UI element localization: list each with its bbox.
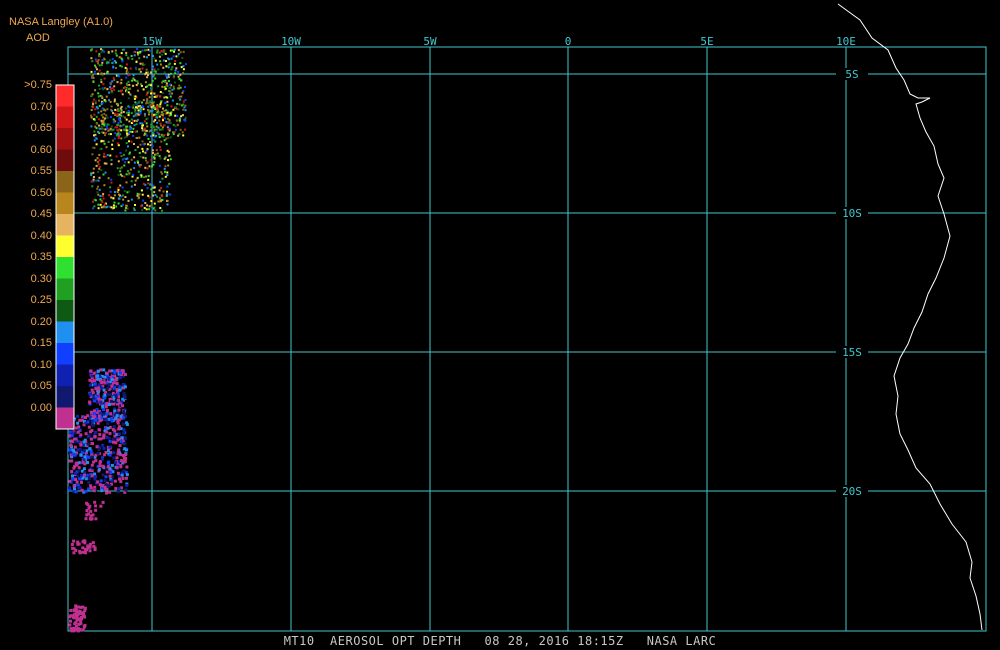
legend-tick-label: 0.20 [30, 315, 52, 328]
legend-tick-label: 0.05 [30, 380, 52, 392]
legend-swatch [56, 192, 74, 214]
legend-tick-label: 0.70 [30, 100, 52, 113]
lon-label: 0 [565, 35, 572, 48]
legend-tick-label: 0.60 [30, 143, 52, 156]
lat-label: 20S [842, 485, 862, 498]
lon-label: 10W [281, 35, 301, 48]
legend-swatch [56, 278, 74, 300]
legend-source: NASA Langley (A1.0) [9, 16, 113, 28]
legend-swatch [56, 386, 74, 408]
legend-tick-label: >0.75 [24, 79, 52, 91]
legend-tick-label: 0.00 [30, 401, 52, 414]
legend-swatch [56, 343, 74, 365]
lon-label: 10E [836, 35, 856, 48]
lat-label: 15S [842, 346, 862, 359]
legend-swatch [56, 85, 74, 107]
lat-label: 5S [845, 68, 858, 81]
aod-map: 15W 10W 5W 0 5E 10E 5S 10S 15S 20S [0, 0, 1000, 650]
legend-tick-label: 0.35 [30, 251, 52, 263]
lon-label: 15W [142, 35, 162, 48]
legend-variable: AOD [26, 32, 50, 44]
legend-tick-label: 0.40 [30, 229, 52, 242]
legend-swatch [56, 257, 74, 279]
legend-tick-label: 0.55 [30, 165, 52, 177]
legend-tick-label: 0.65 [30, 122, 52, 134]
legend-swatch [56, 235, 74, 257]
legend-tick-label: 0.30 [30, 272, 52, 285]
lat-label: 10S [842, 207, 862, 220]
legend-tick-label: 0.50 [30, 186, 52, 199]
legend-swatch [56, 214, 74, 236]
legend-swatch [56, 364, 74, 386]
legend-swatch [56, 300, 74, 322]
legend-tick-label: 0.15 [30, 337, 52, 349]
lon-label: 5E [700, 35, 713, 48]
legend-tick-label: 0.25 [30, 294, 52, 306]
legend-tick-label: 0.45 [30, 208, 52, 220]
lon-label: 5W [423, 35, 437, 48]
legend-swatch [56, 128, 74, 150]
legend-swatch [56, 106, 74, 128]
legend-swatch [56, 171, 74, 193]
legend-tick-label: 0.10 [30, 358, 52, 371]
aod-color-scale [55, 84, 75, 430]
legend-swatch [56, 149, 74, 171]
legend-swatch [56, 407, 74, 429]
footer-caption: MT10 AEROSOL OPT DEPTH 08 28, 2016 18:15… [283, 634, 717, 648]
legend-swatch [56, 321, 74, 343]
